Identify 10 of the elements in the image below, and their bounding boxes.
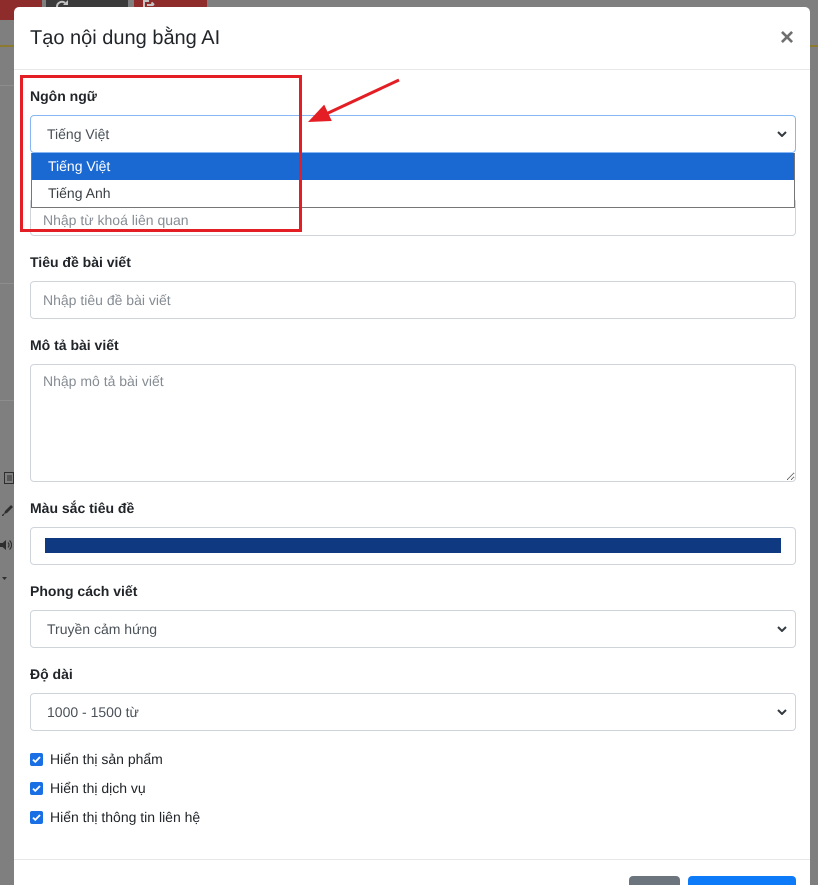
field-label: Tiêu đề bài viết bbox=[30, 253, 132, 272]
checkbox-label: Hiển thị thông tin liên hệ bbox=[50, 809, 200, 825]
field-label: Mô tả bài viết bbox=[30, 336, 120, 355]
field-label: Màu sắc tiêu đề bbox=[30, 499, 136, 518]
modal-title: Tạo nội dung bằng AI bbox=[30, 26, 220, 51]
checkbox-label: Hiển thị dịch vụ bbox=[50, 780, 146, 796]
field-label: Độ dài bbox=[30, 665, 74, 684]
field-label: Phong cách viết bbox=[30, 582, 138, 601]
field-label: Ngôn ngữ bbox=[30, 87, 98, 106]
checkbox-label: Hiển thị sản phẩm bbox=[50, 751, 163, 767]
